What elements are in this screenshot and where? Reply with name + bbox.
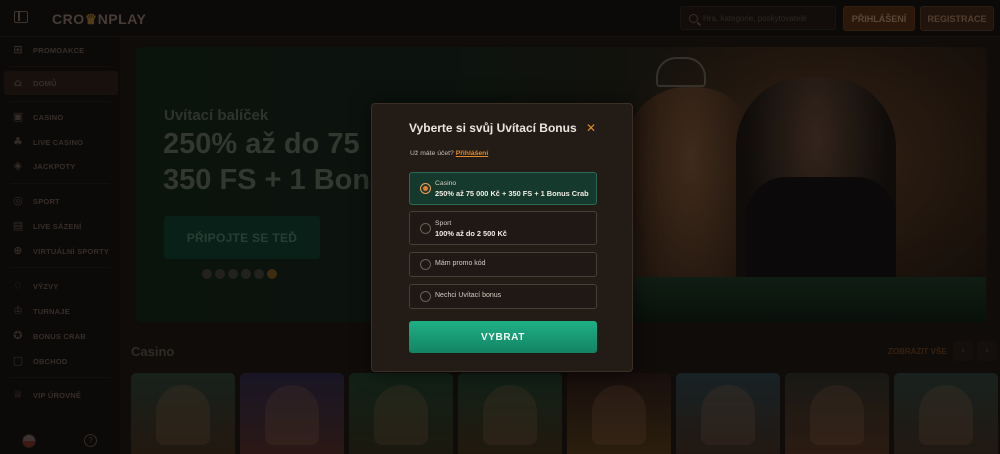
modal-title: Vyberte si svůj Uvítací Bonus [409,121,577,135]
close-icon[interactable]: ✕ [585,122,597,134]
option-text: Casino 250% až 75 000 Kč + 350 FS + 1 Bo… [435,179,589,199]
login-link[interactable]: Přihlášení [456,150,489,157]
radio-button[interactable] [420,183,431,194]
option-detail: 100% až do 2 500 Kč [435,229,507,238]
radio-button[interactable] [420,259,431,270]
option-label: Nechci Uvítací bonus [435,292,502,299]
select-bonus-button[interactable]: VYBRAT [409,321,597,353]
bonus-option-sport[interactable]: Sport 100% až do 2 500 Kč [409,211,597,245]
option-detail: 250% až 75 000 Kč + 350 FS + 1 Bonus Cra… [435,189,589,198]
option-label: Sport [435,220,452,227]
login-prompt-text: Už máte účet? [410,150,454,157]
option-text: Sport 100% až do 2 500 Kč [435,219,507,239]
radio-button[interactable] [420,223,431,234]
login-prompt: Už máte účet? Přihlášení [410,150,488,157]
app-root: CRO♛NPLAY PŘIHLÁŠENÍ REGISTRACE ⊞PROMOAK… [0,0,1000,454]
welcome-bonus-modal: Vyberte si svůj Uvítací Bonus ✕ Už máte … [371,103,633,372]
radio-button[interactable] [420,291,431,302]
bonus-option-no-bonus[interactable]: Nechci Uvítací bonus [409,284,597,309]
bonus-option-promo-code[interactable]: Mám promo kód [409,252,597,277]
option-label: Casino [435,180,457,187]
bonus-option-casino[interactable]: Casino 250% až 75 000 Kč + 350 FS + 1 Bo… [409,172,597,205]
option-label: Mám promo kód [435,260,486,267]
